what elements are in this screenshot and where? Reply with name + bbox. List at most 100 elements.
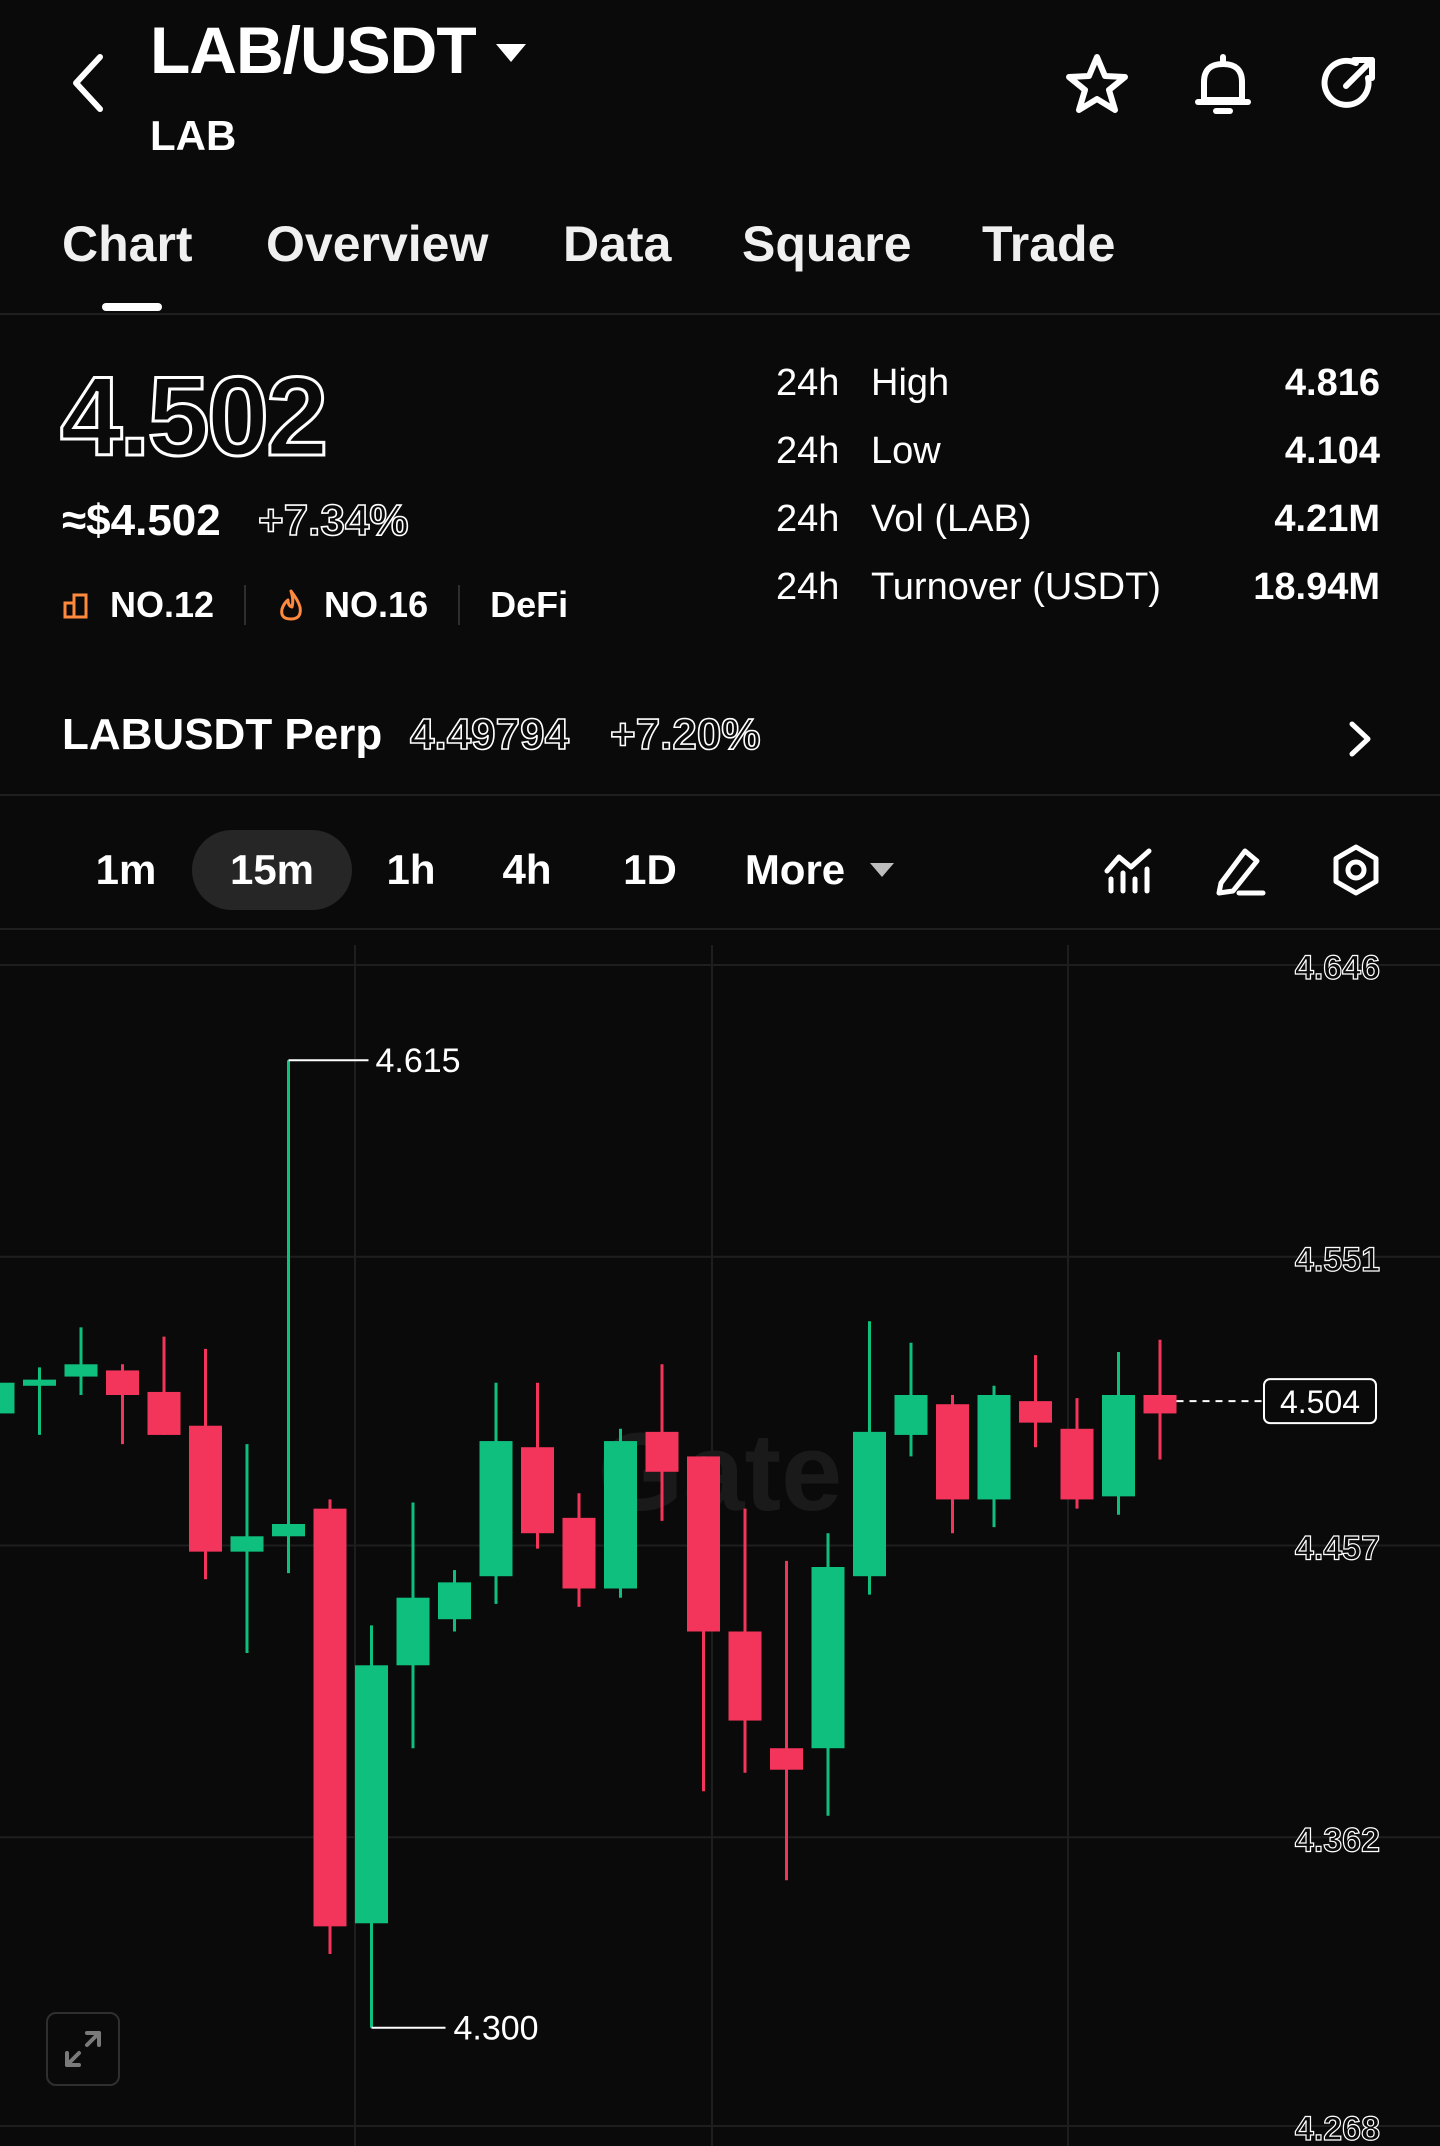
candle-down [1019, 1401, 1052, 1423]
stat-value: 18.94M [1253, 566, 1380, 608]
stat-label: High [871, 362, 950, 404]
active-tab-indicator [102, 303, 162, 311]
stat-value: 4.816 [1284, 362, 1380, 404]
tab-overview[interactable]: Overview [266, 215, 488, 273]
chart-canvas[interactable]: 4.6464.5514.4574.3624.268Gate4.6154.3004… [0, 945, 1440, 2146]
perp-name: LABUSDT Perp [62, 710, 383, 759]
stat-volume: 24h Vol (LAB) 4.21M [776, 498, 1380, 566]
tab-data[interactable]: Data [563, 215, 671, 273]
candle-up [438, 1582, 471, 1620]
interval-1h[interactable]: 1h [362, 830, 460, 910]
candle-down [770, 1748, 803, 1770]
tab-bar: Chart Overview Data Square Trade [0, 205, 1440, 315]
price-alert-button[interactable] [1188, 50, 1258, 120]
indicators-icon [1104, 848, 1152, 894]
candle-up [977, 1395, 1011, 1500]
candle-up [479, 1441, 513, 1577]
interval-1m[interactable]: 1m [78, 830, 174, 910]
tab-square[interactable]: Square [742, 215, 912, 273]
sector-tag[interactable]: DeFi [490, 584, 568, 626]
candle-down [687, 1456, 720, 1632]
last-price: 4.502 [58, 353, 329, 481]
y-axis-tick-label: 4.362 [1295, 1821, 1380, 1859]
fullscreen-button[interactable] [46, 2012, 120, 2086]
fire-icon [280, 589, 302, 621]
candle-down [521, 1447, 554, 1534]
candle-down [106, 1370, 139, 1395]
candle-up [355, 1665, 388, 1924]
stat-high: 24h High 4.816 [776, 362, 1380, 430]
current-price-label: 4.504 [1280, 1384, 1360, 1420]
stat-period: 24h [776, 430, 840, 472]
y-axis-tick-label: 4.457 [1295, 1530, 1380, 1568]
back-button[interactable] [58, 48, 118, 118]
candle-up [0, 1382, 15, 1414]
stat-period: 24h [776, 362, 840, 404]
caret-down-icon[interactable] [494, 38, 528, 68]
y-axis-tick-label: 4.268 [1295, 2110, 1380, 2146]
y-axis-tick-label: 4.646 [1295, 949, 1380, 987]
candlestick-chart[interactable]: 4.6464.5514.4574.3624.268Gate4.6154.3004… [0, 945, 1440, 2146]
market-cap-rank[interactable]: NO.12 [110, 584, 214, 626]
candle-up [23, 1379, 56, 1386]
interval-toolbar: 1m 15m 1h 4h 1D More [0, 810, 1440, 930]
rank-row: NO.12 NO.16 DeFi [62, 580, 568, 630]
candle-down [313, 1508, 347, 1927]
star-icon [1066, 54, 1128, 113]
candle-down [936, 1404, 969, 1500]
candle-down [645, 1431, 679, 1472]
candle-up [272, 1524, 305, 1537]
24h-stats: 24h High 4.816 24h Low 4.104 24h Vol (LA… [776, 362, 1380, 634]
candle-up [811, 1567, 845, 1749]
y-axis-tick-label: 4.551 [1295, 1241, 1380, 1279]
max-price-label: 4.615 [376, 1042, 461, 1080]
indicators-button[interactable] [1098, 840, 1158, 900]
interval-15m[interactable]: 15m [192, 830, 352, 910]
candle-down [147, 1391, 181, 1435]
interval-1d[interactable]: 1D [598, 830, 702, 910]
stat-low: 24h Low 4.104 [776, 430, 1380, 498]
candle-up [853, 1431, 886, 1577]
share-button[interactable] [1314, 50, 1384, 120]
stat-label: Vol (LAB) [871, 498, 1032, 540]
bar-chart-icon [63, 593, 88, 619]
stat-period: 24h [776, 498, 840, 540]
divider [458, 585, 461, 625]
stat-value: 4.21M [1274, 498, 1380, 540]
perp-price: 4.49794 [409, 709, 570, 760]
stat-period: 24h [776, 566, 840, 608]
stat-label: Turnover (USDT) [871, 566, 1161, 608]
candle-down [1060, 1428, 1094, 1500]
bell-icon [1195, 54, 1251, 114]
caret-down-icon[interactable] [868, 860, 896, 880]
candle-up [230, 1536, 264, 1552]
candle-down [728, 1631, 762, 1721]
min-price-label: 4.300 [454, 2010, 539, 2048]
interval-4h[interactable]: 4h [478, 830, 576, 910]
trending-rank[interactable]: NO.16 [324, 584, 428, 626]
usd-price: ≈$4.502 [62, 496, 221, 545]
tab-chart[interactable]: Chart [62, 215, 193, 273]
candle-up [894, 1395, 928, 1435]
candle-down [1143, 1395, 1177, 1414]
tab-trade[interactable]: Trade [982, 215, 1115, 273]
expand-icon [65, 2031, 101, 2067]
candle-down [189, 1425, 222, 1552]
stat-label: Low [871, 430, 941, 472]
gear-icon [1333, 844, 1379, 896]
interval-more[interactable]: More [730, 830, 860, 910]
divider [244, 585, 247, 625]
stat-turnover: 24h Turnover (USDT) 18.94M [776, 566, 1380, 634]
candle-up [604, 1441, 637, 1589]
perp-row[interactable]: LABUSDT Perp 4.49794 +7.20% [0, 690, 1440, 796]
price-change-percent: +7.34% [257, 495, 409, 546]
draw-tools-button[interactable] [1210, 840, 1270, 900]
back-arrow-icon [73, 54, 103, 112]
chart-settings-button[interactable] [1326, 840, 1386, 900]
candle-up [1102, 1395, 1135, 1497]
candle-up [64, 1364, 98, 1377]
pair-title[interactable]: LAB/USDT [150, 12, 477, 88]
share-icon [1321, 57, 1375, 108]
pencil-icon [1216, 848, 1266, 896]
favorite-button[interactable] [1062, 50, 1132, 120]
